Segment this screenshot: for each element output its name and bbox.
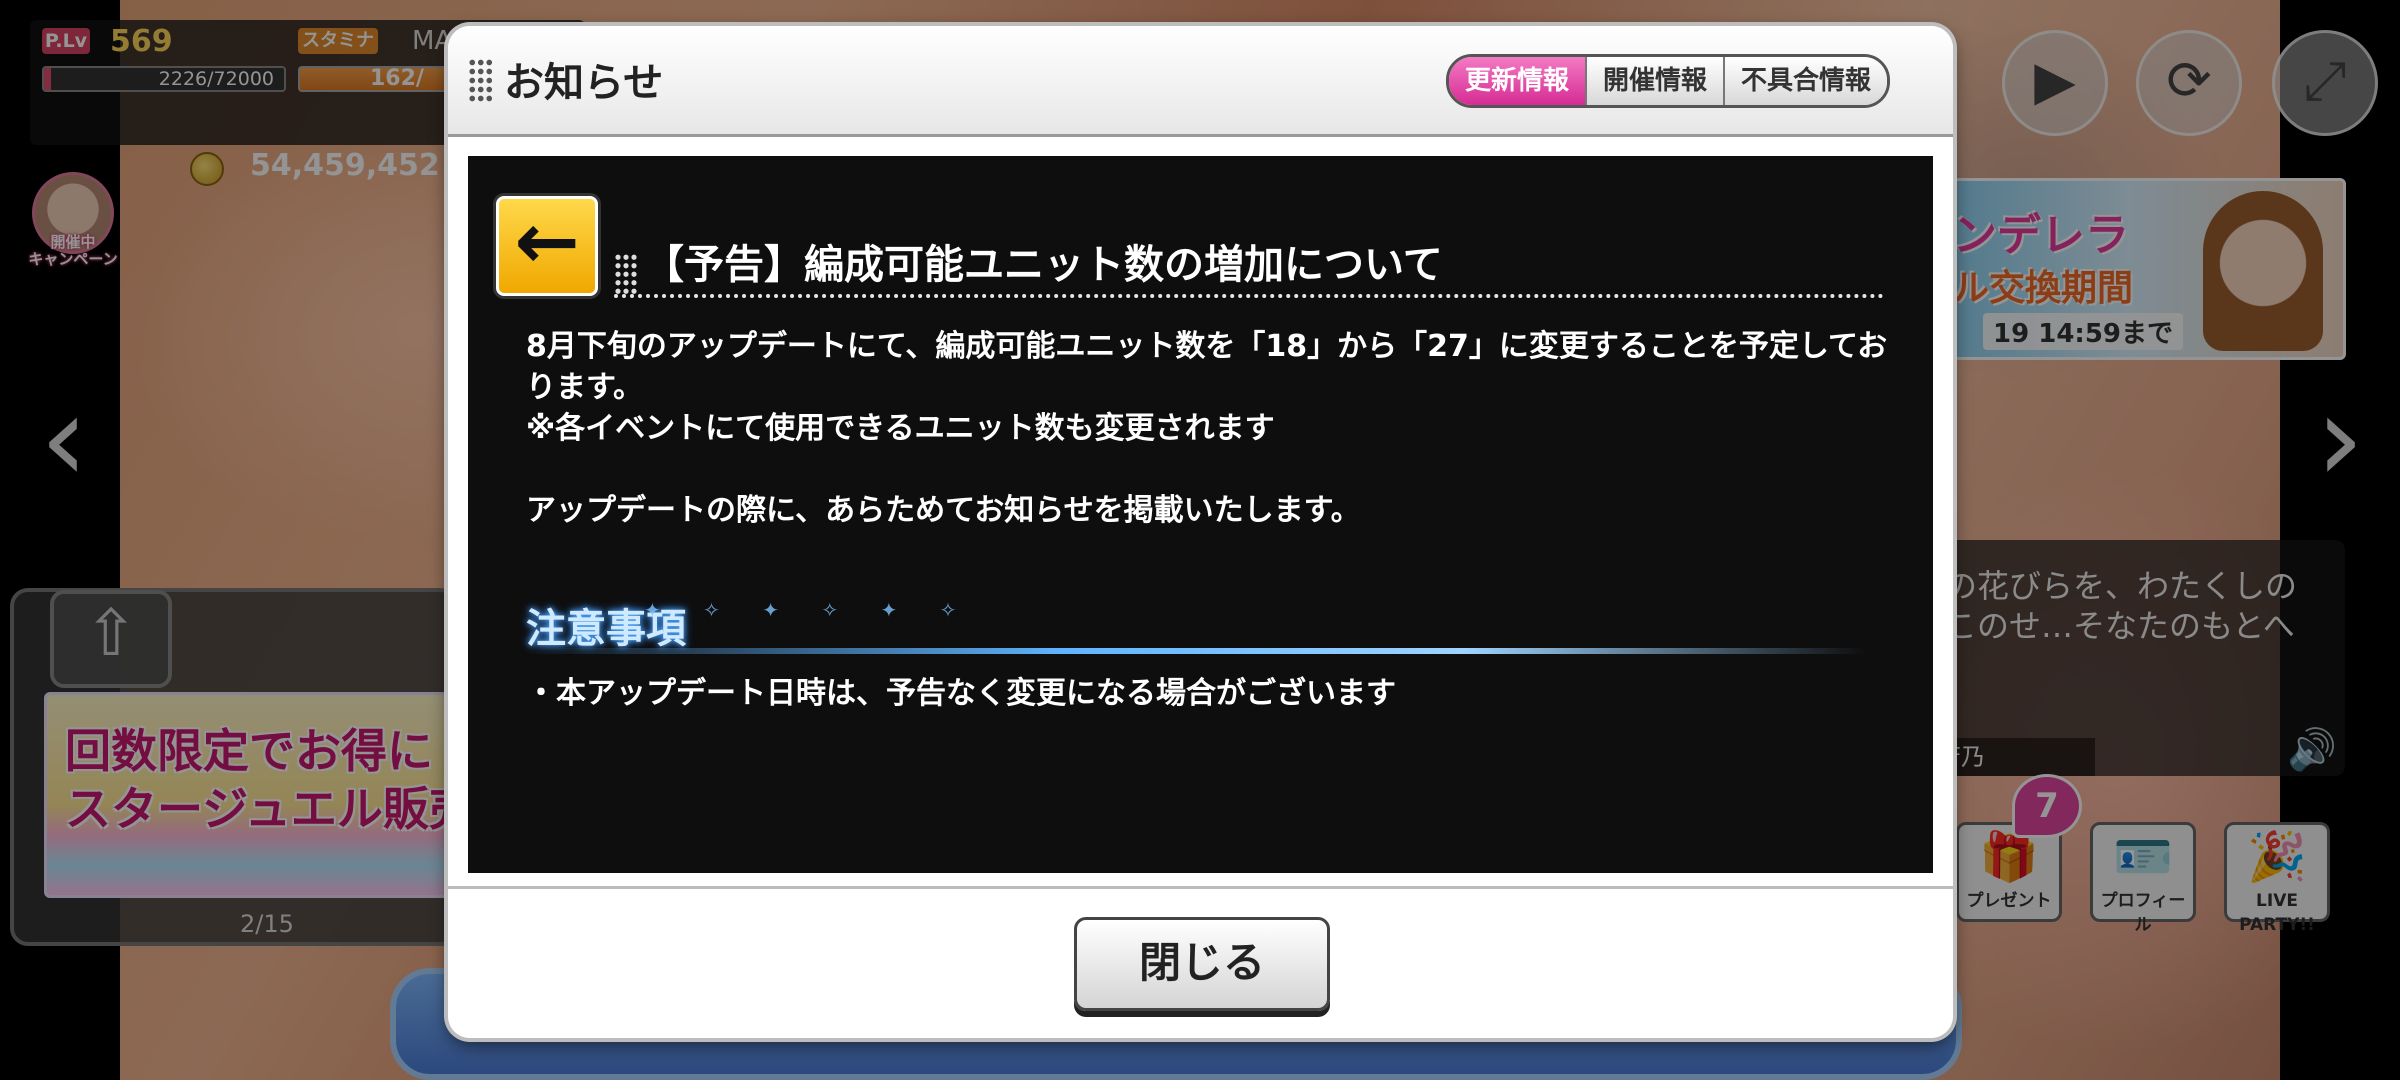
tab-event-info[interactable]: 開催情報 (1585, 57, 1724, 105)
announcement-dialog: お知らせ 更新情報 開催情報 不具合情報 ← 【予告】編成可能ユニット数の増加に… (448, 26, 1953, 1038)
sparkle-decoration-icon: ✦ ✧ ✦ ✧ ✦ ✧ (644, 598, 975, 622)
tab-update-info[interactable]: 更新情報 (1449, 57, 1586, 105)
dialog-footer: 閉じる (448, 886, 1953, 1038)
title-divider (614, 294, 1884, 298)
article-title: 【予告】編成可能ユニット数の増加について (644, 242, 1443, 288)
notice-item: ・本アップデート日時は、予告なく変更になる場合がございます (526, 676, 1396, 711)
article-paragraph-2: ※各イベントにて使用できるユニット数も変更されます (526, 411, 1275, 446)
grip-dots-icon (468, 58, 494, 104)
arrow-left-icon[interactable]: ← (496, 196, 598, 296)
close-button[interactable]: 閉じる (1074, 917, 1330, 1011)
article-body[interactable]: ← 【予告】編成可能ユニット数の増加について 8月下旬のアップデートにて、編成可… (468, 156, 1933, 873)
tab-bug-info[interactable]: 不具合情報 (1723, 57, 1888, 105)
article-paragraph-1: 8月下旬のアップデートにて、編成可能ユニット数を「18」から「27」に変更するこ… (526, 329, 1888, 405)
announcement-tabs: 更新情報 開催情報 不具合情報 (1446, 54, 1891, 108)
title-grip-icon (614, 253, 638, 295)
dialog-title: お知らせ (504, 60, 664, 106)
notice-divider (526, 648, 1866, 654)
article-text: 8月下旬のアップデートにて、編成可能ユニット数を「18」から「27」に変更するこ… (526, 326, 1896, 531)
article-paragraph-3: アップデートの際に、あらためてお知らせを掲載いたします。 (526, 493, 1361, 528)
dialog-header: お知らせ 更新情報 開催情報 不具合情報 (448, 26, 1953, 137)
